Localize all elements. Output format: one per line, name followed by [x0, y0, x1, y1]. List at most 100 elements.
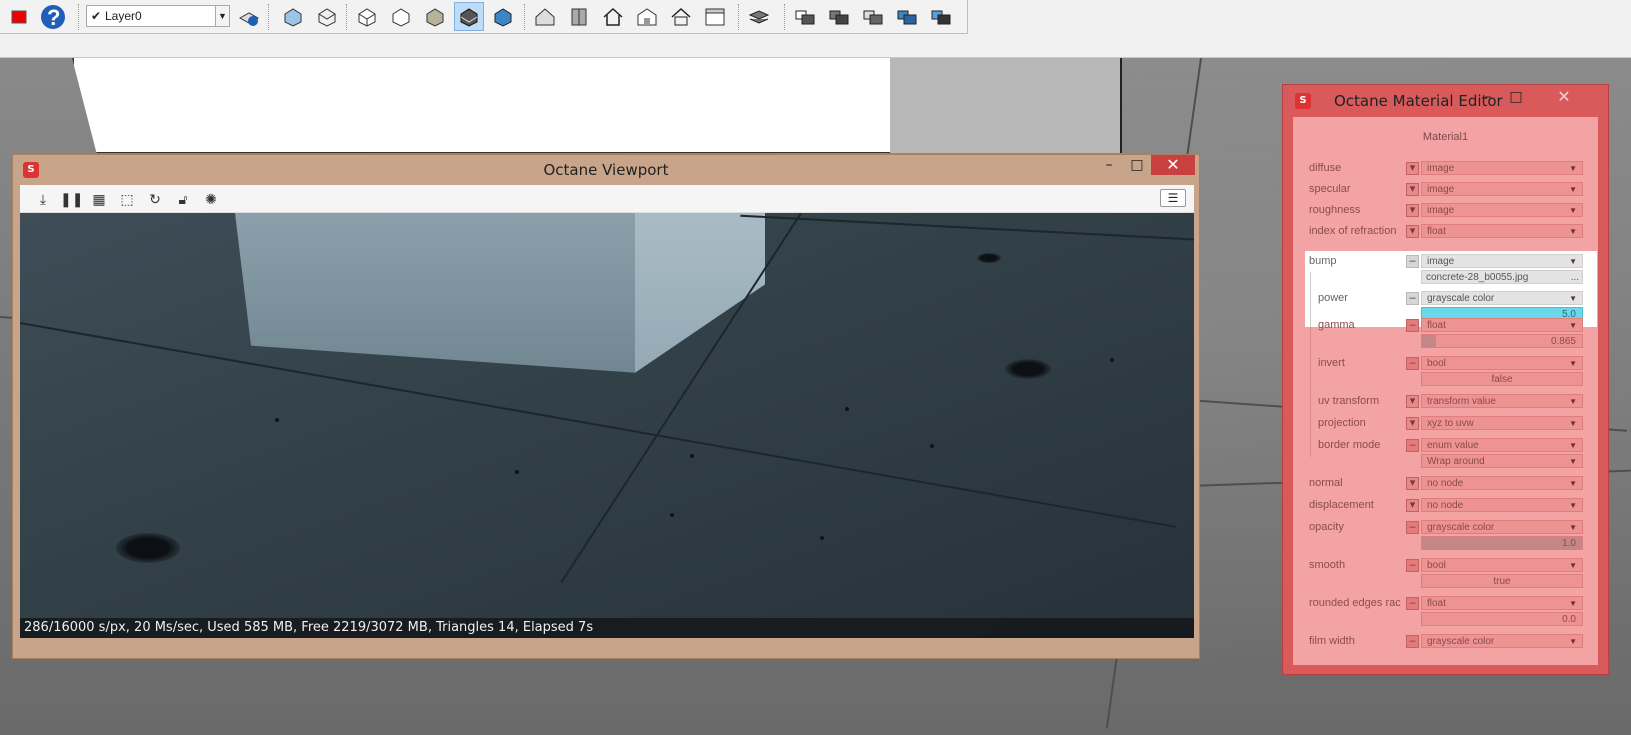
- close-icon[interactable]: ✕: [1550, 87, 1578, 107]
- back-view-icon[interactable]: [420, 2, 450, 31]
- expand-projection-button[interactable]: ▾: [1406, 417, 1419, 430]
- collapse-film-width-button[interactable]: –: [1406, 635, 1419, 648]
- prop-label-bump: bump: [1309, 255, 1337, 267]
- expand-specular-button[interactable]: ▾: [1406, 183, 1419, 196]
- expand-normal-button[interactable]: ▾: [1406, 477, 1419, 490]
- expand-diffuse-button[interactable]: ▾: [1406, 162, 1419, 175]
- maximize-icon[interactable]: □: [1123, 155, 1151, 175]
- collapse-smooth-button[interactable]: –: [1406, 559, 1419, 572]
- monochrome-icon[interactable]: [926, 2, 956, 31]
- left-view-icon[interactable]: [454, 2, 484, 31]
- collapse-rounded-edges-button[interactable]: –: [1406, 597, 1419, 610]
- opacity-value: 1.0: [1562, 538, 1576, 549]
- render-status-bar: 286/16000 s/px, 20 Ms/sec, Used 585 MB, …: [20, 618, 1194, 638]
- bottom-view-icon[interactable]: [488, 2, 518, 31]
- browse-file-button[interactable]: ...: [1571, 271, 1579, 284]
- border-mode-value-dropdown[interactable]: Wrap around: [1421, 454, 1583, 468]
- power-type-dropdown[interactable]: grayscale color: [1421, 291, 1583, 305]
- region-icon[interactable]: ⬚: [116, 189, 138, 209]
- xray-icon[interactable]: [564, 2, 594, 31]
- gamma-type-dropdown[interactable]: float: [1421, 318, 1583, 332]
- invert-toggle[interactable]: false: [1421, 372, 1583, 386]
- lock-icon[interactable]: 🔓︎: [172, 189, 194, 209]
- viewport-toolbar: ⤓ ❚❚ ▦ ⬚ ↻ 🔓︎ ✺ ☰: [20, 185, 1194, 213]
- right-view-icon[interactable]: [386, 2, 416, 31]
- stop-icon[interactable]: [4, 2, 34, 31]
- download-icon[interactable]: ⤓: [32, 189, 54, 209]
- collapse-opacity-button[interactable]: –: [1406, 521, 1419, 534]
- expand-displacement-button[interactable]: ▾: [1406, 499, 1419, 512]
- top-view-icon[interactable]: [312, 2, 342, 31]
- toolbar-separator: [738, 4, 739, 30]
- chevron-down-icon[interactable]: ▼: [215, 6, 229, 26]
- ior-type-dropdown[interactable]: float: [1421, 224, 1583, 238]
- octane-viewport-window: S Octane Viewport – □ ✕ ⤓ ❚❚ ▦ ⬚ ↻ 🔓︎ ✺ …: [12, 154, 1200, 659]
- bump-file-field[interactable]: concrete-28_b0055.jpg ...: [1421, 270, 1583, 284]
- collapse-power-button[interactable]: –: [1406, 292, 1419, 305]
- stack-icon[interactable]: [744, 2, 774, 31]
- stack-5-icon[interactable]: [892, 2, 922, 31]
- film-width-type-dropdown[interactable]: grayscale color: [1421, 634, 1583, 648]
- displacement-type-dropdown[interactable]: no node: [1421, 498, 1583, 512]
- collapse-border-mode-button[interactable]: –: [1406, 439, 1419, 452]
- expand-roughness-button[interactable]: ▾: [1406, 204, 1419, 217]
- svg-text:?: ?: [47, 5, 60, 30]
- stack-2-icon[interactable]: [790, 2, 820, 31]
- hamburger-menu-icon[interactable]: ☰: [1160, 189, 1186, 207]
- toolbar-separator: [346, 4, 347, 30]
- expand-uv-transform-button[interactable]: ▾: [1406, 395, 1419, 408]
- specular-type-dropdown[interactable]: image: [1421, 182, 1583, 196]
- minimize-icon[interactable]: –: [1095, 155, 1123, 175]
- collapse-invert-button[interactable]: –: [1406, 357, 1419, 370]
- house-open-icon[interactable]: [632, 2, 662, 31]
- roughness-type-dropdown[interactable]: image: [1421, 203, 1583, 217]
- bump-type-dropdown[interactable]: image: [1421, 254, 1583, 268]
- projection-type-dropdown[interactable]: xyz to uvw: [1421, 416, 1583, 430]
- normal-type-dropdown[interactable]: no node: [1421, 476, 1583, 490]
- layer-dropdown[interactable]: ✔ Layer0 ▼: [86, 5, 230, 27]
- floor-hole: [1005, 359, 1051, 379]
- iso-view-icon[interactable]: [278, 2, 308, 31]
- border-mode-type-dropdown[interactable]: enum value: [1421, 438, 1583, 452]
- render-stats: 286/16000 s/px, 20 Ms/sec, Used 585 MB, …: [24, 620, 594, 635]
- front-view-icon[interactable]: [352, 2, 382, 31]
- rounded-edges-slider[interactable]: 0.0: [1421, 612, 1583, 626]
- layer-manager-icon[interactable]: [234, 2, 264, 31]
- tree-connector: [1310, 272, 1311, 327]
- layer-name: Layer0: [105, 9, 142, 23]
- gamma-slider[interactable]: 0.865: [1421, 334, 1583, 348]
- rounded-edges-type-dropdown[interactable]: float: [1421, 596, 1583, 610]
- checker-icon[interactable]: ▦: [88, 189, 110, 209]
- invert-type-dropdown[interactable]: bool: [1421, 356, 1583, 370]
- opacity-slider[interactable]: 1.0: [1421, 536, 1583, 550]
- stack-3-icon[interactable]: [824, 2, 854, 31]
- stack-4-icon[interactable]: [858, 2, 888, 31]
- expand-ior-button[interactable]: ▾: [1406, 225, 1419, 238]
- prop-label-diffuse: diffuse: [1309, 162, 1342, 174]
- viewport-titlebar[interactable]: S Octane Viewport – □ ✕: [13, 155, 1199, 185]
- house-icon[interactable]: [530, 2, 560, 31]
- collapse-gamma-button[interactable]: –: [1406, 319, 1419, 332]
- maximize-icon[interactable]: □: [1502, 87, 1530, 107]
- pause-icon[interactable]: ❚❚: [60, 189, 83, 209]
- help-icon[interactable]: ?: [38, 2, 68, 31]
- house-outline-icon[interactable]: [598, 2, 628, 31]
- smooth-toggle[interactable]: true: [1421, 574, 1583, 588]
- check-icon: ✔: [90, 9, 102, 23]
- smooth-type-dropdown[interactable]: bool: [1421, 558, 1583, 572]
- material-editor-titlebar[interactable]: S Octane Material Editor – □ ✕: [1283, 85, 1608, 117]
- collapse-bump-button[interactable]: –: [1406, 255, 1419, 268]
- roof-icon[interactable]: [666, 2, 696, 31]
- diffuse-type-dropdown[interactable]: image: [1421, 161, 1583, 175]
- close-icon[interactable]: ✕: [1151, 155, 1195, 175]
- aperture-icon[interactable]: ✺: [200, 189, 222, 209]
- section-plane-icon[interactable]: [700, 2, 730, 31]
- uv-transform-type-dropdown[interactable]: transform value: [1421, 394, 1583, 408]
- prop-label-film-width: film width: [1309, 635, 1355, 647]
- floor-speck: [275, 418, 279, 422]
- minimize-icon[interactable]: –: [1474, 87, 1502, 107]
- sketchup-logo-icon: S: [1295, 93, 1311, 109]
- refresh-icon[interactable]: ↻: [144, 189, 166, 209]
- opacity-type-dropdown[interactable]: grayscale color: [1421, 520, 1583, 534]
- render-output[interactable]: 286/16000 s/px, 20 Ms/sec, Used 585 MB, …: [20, 213, 1194, 638]
